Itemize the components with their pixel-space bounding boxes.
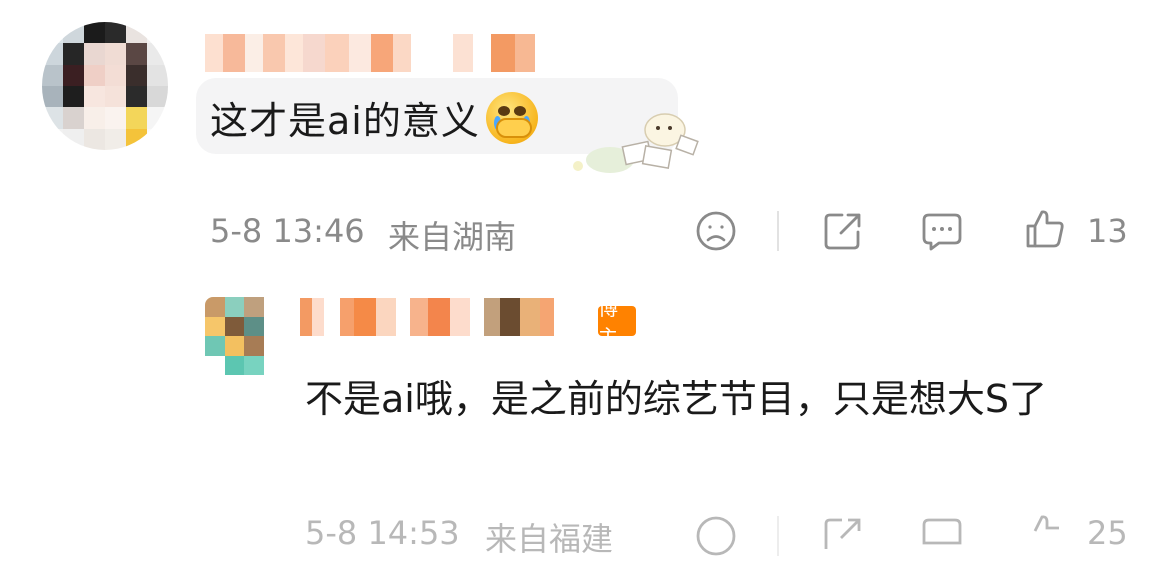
reply-like-thumb-icon[interactable] [1024,513,1066,555]
commenter-avatar[interactable] [42,22,168,150]
reply-author-avatar[interactable] [205,297,283,375]
like-thumb-icon[interactable] [1024,208,1066,250]
reply-comment-icon[interactable] [921,210,963,252]
reply-author-name-redacted[interactable] [300,298,554,336]
reply-text[interactable]: 不是ai哦，是之前的综艺节目，只是想大S了 [305,370,1125,428]
reply-dislike-icon[interactable] [695,515,737,557]
comment-text-row[interactable]: 这才是ai的意义 [210,90,538,145]
author-badge: 博主 [598,296,636,349]
share-icon[interactable] [822,210,864,252]
like-count: 13 [1087,212,1128,250]
dislike-icon[interactable] [695,210,737,252]
divider [777,516,779,556]
reply-like-count: 25 [1087,514,1128,552]
reply-timestamp: 5-8 14:53 [305,514,460,552]
commenter-name-redacted[interactable] [205,34,535,72]
crying-face-icon [485,91,538,144]
envelope-mascot-sticker [573,113,699,173]
comment-timestamp: 5-8 13:46 [210,212,365,250]
reply-location: 来自福建 [485,520,614,558]
reply-share-icon[interactable] [822,515,864,557]
comment-location: 来自湖南 [388,218,517,256]
divider [777,211,779,251]
reply-comment-icon[interactable] [921,515,963,557]
comment-text: 这才是ai的意义 [210,99,480,143]
